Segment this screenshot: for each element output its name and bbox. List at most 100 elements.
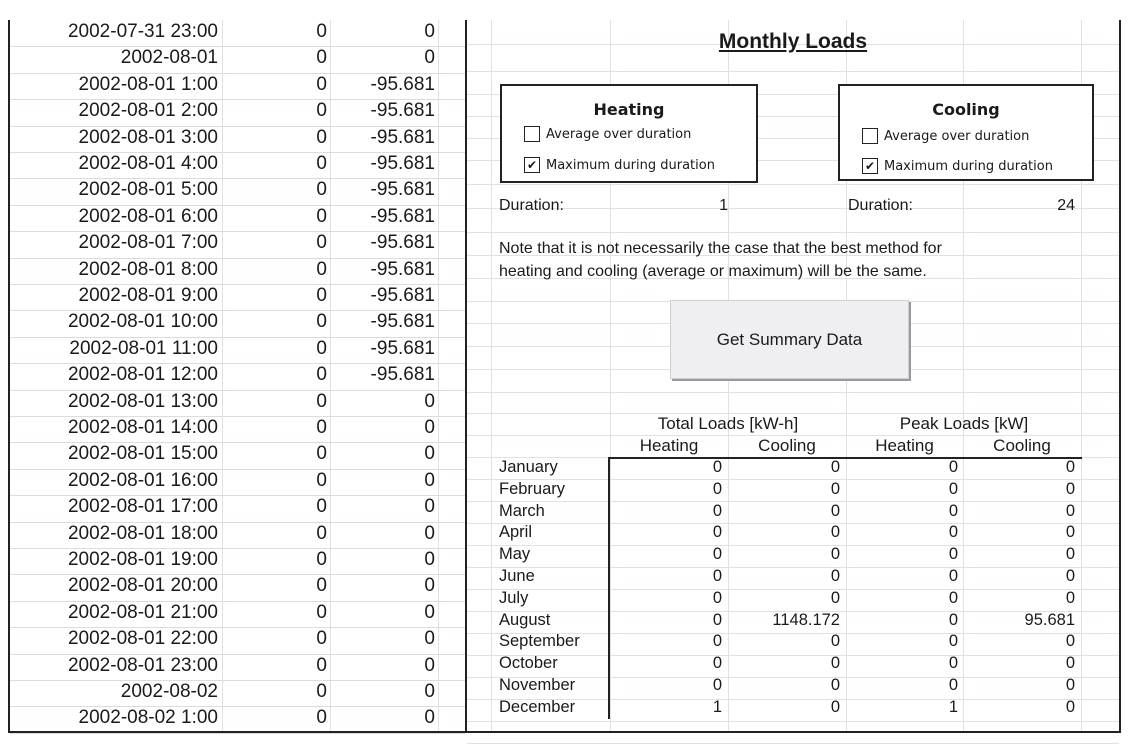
datetime-cell[interactable]: 2002-08-01 6:00	[10, 206, 218, 228]
load-value-cell[interactable]: 0	[848, 545, 958, 564]
datetime-cell[interactable]: 2002-08-01 5:00	[10, 179, 218, 201]
load-value-cell[interactable]: 0	[965, 523, 1075, 542]
value-cell[interactable]: -95.681	[330, 259, 435, 281]
datetime-cell[interactable]: 2002-08-01 15:00	[10, 443, 218, 465]
datetime-cell[interactable]: 2002-08-01 21:00	[10, 602, 218, 624]
value-cell[interactable]: 0	[222, 470, 327, 492]
value-cell[interactable]: -95.681	[330, 232, 435, 254]
load-value-cell[interactable]: 0	[730, 480, 840, 499]
value-cell[interactable]: 0	[222, 338, 327, 360]
heating-duration-value[interactable]: 1	[610, 197, 728, 215]
value-cell[interactable]: -95.681	[330, 127, 435, 149]
value-cell[interactable]: 0	[330, 575, 435, 597]
value-cell[interactable]: -95.681	[330, 179, 435, 201]
datetime-cell[interactable]: 2002-08-01	[10, 47, 218, 69]
datetime-cell[interactable]: 2002-08-01 3:00	[10, 127, 218, 149]
load-value-cell[interactable]: 0	[848, 523, 958, 542]
load-value-cell[interactable]: 1	[612, 698, 722, 717]
value-cell[interactable]: 0	[222, 206, 327, 228]
load-value-cell[interactable]: 0	[965, 458, 1075, 477]
value-cell[interactable]: 0	[222, 602, 327, 624]
load-value-cell[interactable]: 0	[848, 611, 958, 630]
load-value-cell[interactable]: 0	[612, 632, 722, 651]
value-cell[interactable]: 0	[222, 655, 327, 677]
value-cell[interactable]: 0	[222, 179, 327, 201]
datetime-cell[interactable]: 2002-08-01 9:00	[10, 285, 218, 307]
value-cell[interactable]: 0	[330, 707, 435, 729]
cooling-duration-value[interactable]: 24	[965, 197, 1075, 215]
value-cell[interactable]: -95.681	[330, 311, 435, 333]
value-cell[interactable]: 0	[330, 655, 435, 677]
datetime-cell[interactable]: 2002-08-02 1:00	[10, 707, 218, 729]
value-cell[interactable]: 0	[222, 523, 327, 545]
value-cell[interactable]: 0	[330, 417, 435, 439]
load-value-cell[interactable]: 0	[848, 480, 958, 499]
load-value-cell[interactable]: 0	[965, 502, 1075, 521]
value-cell[interactable]: 0	[222, 127, 327, 149]
load-value-cell[interactable]: 0	[965, 545, 1075, 564]
load-value-cell[interactable]: 1	[848, 698, 958, 717]
load-value-cell[interactable]: 0	[612, 523, 722, 542]
value-cell[interactable]: 0	[222, 391, 327, 413]
value-cell[interactable]: 0	[222, 47, 327, 69]
value-cell[interactable]: 0	[222, 681, 327, 703]
value-cell[interactable]: 0	[330, 391, 435, 413]
value-cell[interactable]: 0	[222, 549, 327, 571]
value-cell[interactable]: -95.681	[330, 206, 435, 228]
value-cell[interactable]: 0	[222, 628, 327, 650]
datetime-cell[interactable]: 2002-08-01 10:00	[10, 311, 218, 333]
value-cell[interactable]: 0	[222, 443, 327, 465]
value-cell[interactable]: 0	[222, 232, 327, 254]
value-cell[interactable]: 0	[330, 470, 435, 492]
load-value-cell[interactable]: 0	[612, 545, 722, 564]
datetime-cell[interactable]: 2002-08-01 11:00	[10, 338, 218, 360]
load-value-cell[interactable]: 0	[848, 567, 958, 586]
value-cell[interactable]: -95.681	[330, 74, 435, 96]
datetime-cell[interactable]: 2002-08-01 7:00	[10, 232, 218, 254]
load-value-cell[interactable]: 0	[730, 523, 840, 542]
cooling-average-checkbox[interactable]: Average over duration	[862, 128, 1029, 144]
datetime-cell[interactable]: 2002-08-01 13:00	[10, 391, 218, 413]
value-cell[interactable]: 0	[222, 74, 327, 96]
load-value-cell[interactable]: 0	[848, 589, 958, 608]
value-cell[interactable]: 0	[222, 100, 327, 122]
load-value-cell[interactable]: 0	[848, 458, 958, 477]
value-cell[interactable]: 0	[330, 47, 435, 69]
value-cell[interactable]: 0	[222, 285, 327, 307]
datetime-cell[interactable]: 2002-08-01 2:00	[10, 100, 218, 122]
datetime-cell[interactable]: 2002-08-01 19:00	[10, 549, 218, 571]
value-cell[interactable]: 0	[330, 628, 435, 650]
datetime-cell[interactable]: 2002-08-01 22:00	[10, 628, 218, 650]
value-cell[interactable]: -95.681	[330, 100, 435, 122]
value-cell[interactable]: 0	[222, 707, 327, 729]
datetime-cell[interactable]: 2002-08-01 1:00	[10, 74, 218, 96]
load-value-cell[interactable]: 0	[612, 654, 722, 673]
value-cell[interactable]: 0	[222, 364, 327, 386]
load-value-cell[interactable]: 0	[612, 589, 722, 608]
load-value-cell[interactable]: 0	[965, 480, 1075, 499]
value-cell[interactable]: 0	[222, 575, 327, 597]
value-cell[interactable]: 0	[222, 259, 327, 281]
datetime-cell[interactable]: 2002-08-01 4:00	[10, 153, 218, 175]
load-value-cell[interactable]: 0	[848, 502, 958, 521]
datetime-cell[interactable]: 2002-08-02	[10, 681, 218, 703]
value-cell[interactable]: 0	[330, 549, 435, 571]
load-value-cell[interactable]: 95.681	[965, 611, 1075, 630]
load-value-cell[interactable]: 0	[848, 654, 958, 673]
load-value-cell[interactable]: 1148.172	[730, 611, 840, 630]
value-cell[interactable]: 0	[222, 153, 327, 175]
get-summary-data-button[interactable]: Get Summary Data	[670, 300, 909, 379]
value-cell[interactable]: 0	[330, 21, 435, 43]
datetime-cell[interactable]: 2002-08-01 14:00	[10, 417, 218, 439]
value-cell[interactable]: -95.681	[330, 153, 435, 175]
load-value-cell[interactable]: 0	[965, 698, 1075, 717]
datetime-cell[interactable]: 2002-08-01 8:00	[10, 259, 218, 281]
datetime-cell[interactable]: 2002-08-01 12:00	[10, 364, 218, 386]
value-cell[interactable]: -95.681	[330, 338, 435, 360]
load-value-cell[interactable]: 0	[612, 567, 722, 586]
datetime-cell[interactable]: 2002-07-31 23:00	[10, 21, 218, 43]
load-value-cell[interactable]: 0	[612, 611, 722, 630]
value-cell[interactable]: 0	[222, 311, 327, 333]
load-value-cell[interactable]: 0	[730, 654, 840, 673]
datetime-cell[interactable]: 2002-08-01 16:00	[10, 470, 218, 492]
